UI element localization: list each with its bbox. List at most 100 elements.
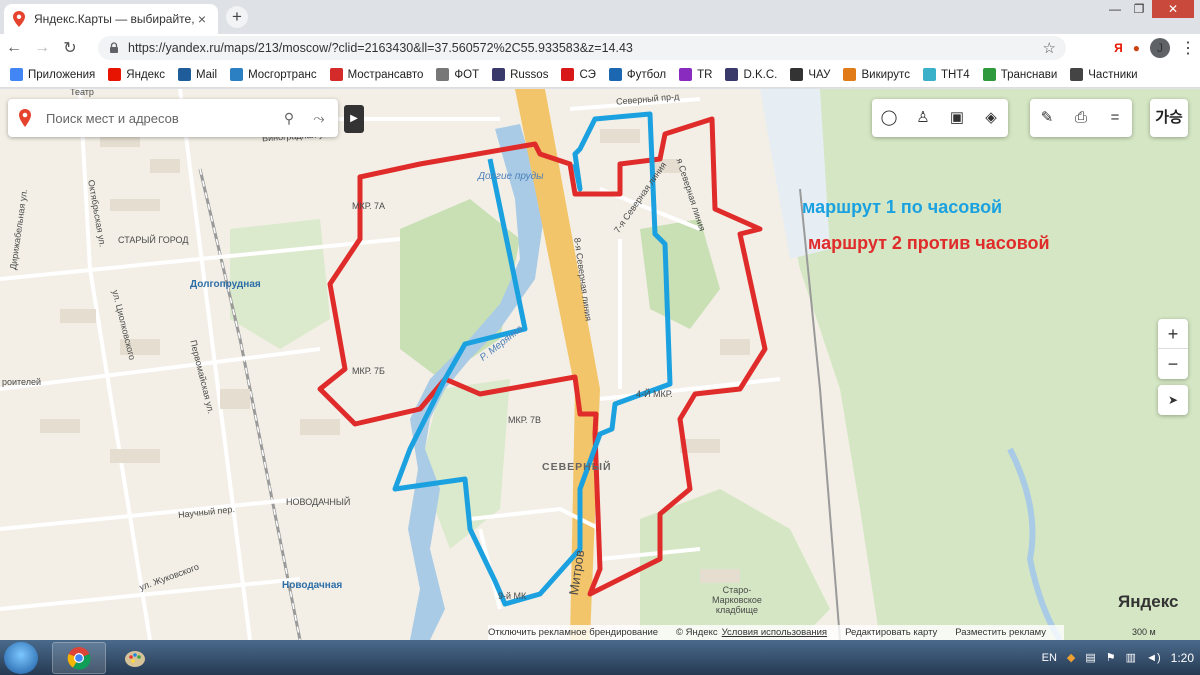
notification-extension-icon[interactable]: ● — [1133, 41, 1140, 55]
copyright: © Яндекс — [676, 627, 718, 638]
back-arrow-icon[interactable]: ← — [0, 39, 28, 57]
map-search-box[interactable]: Поиск мест и адресов ⚲ ⤳ — [8, 99, 338, 137]
bookmark-item[interactable]: TR — [679, 68, 712, 81]
edit-map-link[interactable]: Редактировать карту — [845, 627, 937, 638]
route-icon[interactable]: ⤳ — [310, 110, 328, 127]
search-input[interactable]: Поиск мест и адресов — [46, 111, 268, 126]
bookmark-label: Транснави — [1000, 68, 1058, 81]
bookmark-item[interactable]: Приложения — [10, 68, 95, 81]
bookmark-item[interactable]: Викирутс — [843, 68, 910, 81]
forward-arrow-icon[interactable]: → — [28, 39, 56, 57]
bookmark-label: Футбол — [626, 68, 667, 81]
volume-icon[interactable]: ◄) — [1146, 652, 1161, 664]
bookmark-item[interactable]: Russos — [492, 68, 548, 81]
yandex-icon — [108, 68, 122, 81]
terms-link[interactable]: Условия использования — [722, 627, 827, 638]
sidebar-toggle-button[interactable]: ▶ — [344, 105, 364, 133]
transport-icon[interactable]: ▣ — [940, 99, 974, 137]
street-label: роителей — [2, 377, 42, 387]
t-icon — [790, 68, 804, 81]
bookmark-item[interactable]: ЧАУ — [790, 68, 830, 81]
geolocation-icon[interactable]: ➤ — [1158, 385, 1188, 415]
search-icon[interactable]: ⚲ — [280, 110, 298, 127]
route-2-line — [317, 116, 768, 597]
yandex-logo: Яндекс — [1118, 592, 1179, 611]
browser-tab[interactable]: Яндекс.Карты — выбирайте, где п × — [4, 4, 218, 34]
district-label: 9-й МК — [498, 591, 527, 601]
maximize-button[interactable]: ❐ — [1128, 0, 1150, 18]
minimize-button[interactable]: — — [1104, 0, 1126, 18]
bookmark-label: D.K.C. — [743, 68, 778, 81]
layers-icon[interactable]: ◈ — [974, 99, 1008, 137]
district-label: 4-Й МКР. — [636, 389, 673, 399]
bookmark-item[interactable]: Транснави — [982, 68, 1058, 81]
translate-button[interactable]: 가승 — [1150, 99, 1188, 137]
water-label: Долгие пруды — [478, 171, 544, 182]
zoom-out-button[interactable]: − — [1158, 349, 1188, 379]
network-icon[interactable]: ▥ — [1126, 651, 1136, 664]
route-1-line — [392, 111, 673, 607]
route-2-legend: маршрут 2 против часовой — [808, 233, 1050, 253]
route-1-legend: маршрут 1 по часовой — [802, 197, 1003, 217]
tray-app-icon[interactable]: ◆ — [1067, 651, 1075, 664]
new-tab-button[interactable]: + — [226, 6, 248, 28]
menu-dots-icon[interactable]: ⋮ — [1180, 38, 1196, 58]
paint-taskbar-button[interactable] — [108, 642, 162, 674]
district-label: МКР. 7В — [508, 415, 542, 425]
w-icon — [843, 68, 857, 81]
tab-close-icon[interactable]: × — [194, 11, 210, 27]
bookmark-item[interactable]: D.K.C. — [725, 68, 777, 81]
browser-toolbar: ← → ↻ https://yandex.ru/maps/213/moscow/… — [0, 34, 1200, 62]
mosgortrans-icon — [230, 68, 244, 81]
district-label: НОВОДАЧНЫЙ — [286, 497, 351, 507]
place-ad-link[interactable]: Разместить рекламу — [955, 627, 1046, 638]
tnt-icon — [922, 68, 936, 81]
district-label: МКР. 7Б — [352, 366, 385, 376]
bookmark-item[interactable]: Mail — [177, 68, 217, 81]
document-icon — [436, 68, 450, 81]
yandex-extension-icon[interactable]: Я — [1114, 41, 1123, 55]
bookmark-label: ЧАУ — [808, 68, 831, 81]
bookmark-item[interactable]: Футбол — [608, 68, 667, 81]
bookmark-item[interactable]: Частники — [1070, 68, 1138, 81]
yandex-pin-icon — [19, 109, 31, 127]
station-label: Новодачная — [282, 580, 343, 591]
reload-icon[interactable]: ↻ — [56, 38, 84, 58]
bookmark-item[interactable]: ФОТ — [436, 68, 479, 81]
traffic-icon[interactable]: ◯ — [872, 99, 906, 137]
bookmark-item[interactable]: ТНТ4 — [922, 68, 970, 81]
bookmark-item[interactable]: Мосгортранс — [230, 68, 317, 81]
chrome-taskbar-button[interactable] — [52, 642, 106, 674]
paint-palette-icon — [125, 651, 145, 667]
district-label: СЕВЕРНЫЙ — [542, 461, 612, 473]
system-tray: EN ◆ ▤ ⚑ ▥ ◄) 1:20 — [1032, 640, 1194, 675]
bookmark-label: ТНТ4 — [940, 68, 970, 81]
flag-icon[interactable]: ⚑ — [1106, 651, 1116, 664]
menu-button[interactable]: = — [1098, 99, 1132, 137]
district-label: МКР. 7А — [352, 201, 386, 211]
language-indicator[interactable]: EN — [1042, 652, 1057, 664]
tray-app-icon[interactable]: ▤ — [1085, 651, 1095, 664]
start-button[interactable] — [4, 642, 38, 674]
avatar[interactable]: J — [1150, 38, 1170, 58]
bookmark-item[interactable]: СЭ — [561, 68, 596, 81]
bookmark-label: Викирутс — [861, 68, 910, 81]
bookmark-item[interactable]: Мострансавто — [329, 68, 423, 81]
disable-ad-link[interactable]: Отключить рекламное брендирование — [488, 627, 658, 638]
close-window-button[interactable]: ✕ — [1152, 0, 1194, 18]
bookmark-star-icon[interactable]: ☆ — [1043, 39, 1056, 57]
map-footer: Отключить рекламное брендирование © Янде… — [488, 625, 1065, 640]
bookmark-label: TR — [697, 68, 713, 81]
panorama-icon[interactable]: ♙ — [906, 99, 940, 137]
bookmark-item[interactable]: Яндекс — [108, 68, 165, 81]
url-text: https://yandex.ru/maps/213/moscow/?clid=… — [128, 41, 633, 55]
map-canvas[interactable]: Театр Виноградная ул. Северный пр-д Долг… — [0, 89, 1200, 640]
bookmark-label: ФОТ — [454, 68, 480, 81]
ruler-icon[interactable]: ✎ — [1030, 99, 1064, 137]
print-icon[interactable]: ⎙ — [1064, 99, 1098, 137]
cemetery-label: Старо- Марковское кладбище — [712, 585, 762, 615]
address-bar[interactable]: https://yandex.ru/maps/213/moscow/?clid=… — [98, 36, 1066, 60]
clock[interactable]: 1:20 — [1171, 651, 1194, 665]
zoom-in-button[interactable]: + — [1158, 319, 1188, 349]
bookmark-label: Частники — [1088, 68, 1138, 81]
